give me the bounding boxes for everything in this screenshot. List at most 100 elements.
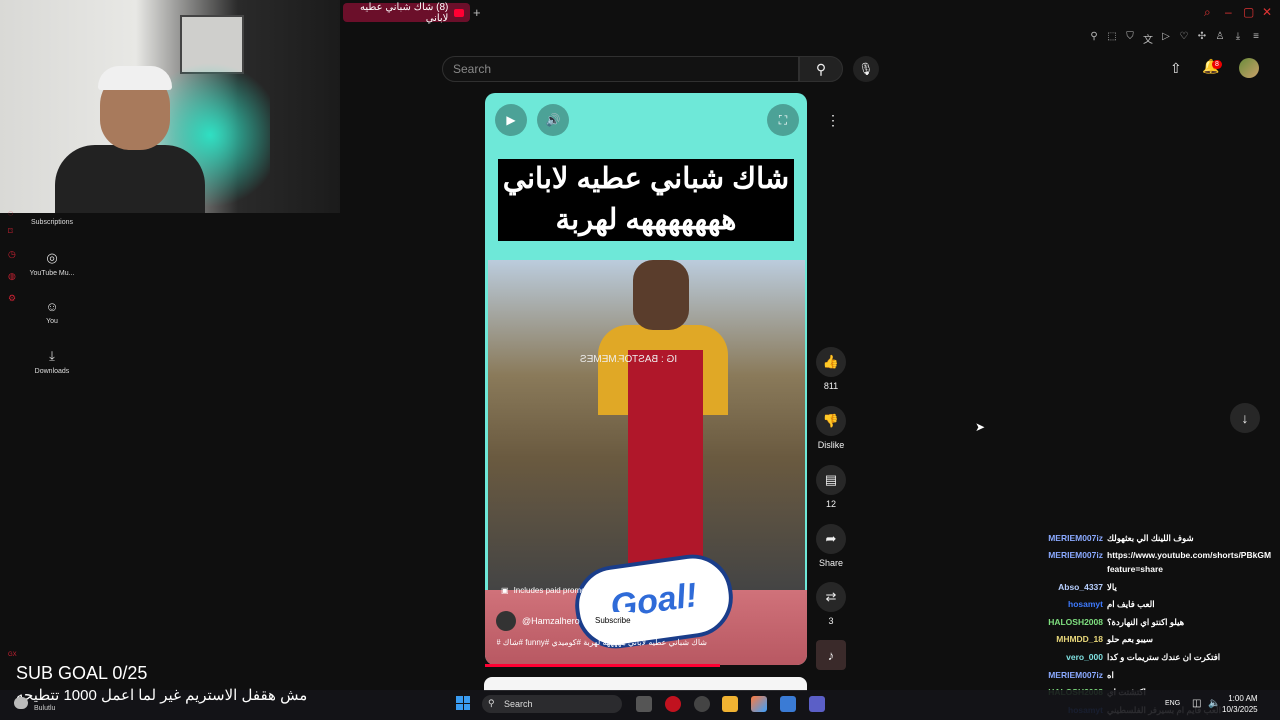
mic-icon: 🎙 — [858, 62, 874, 76]
weather-label[interactable]: Bulutlu — [34, 705, 55, 712]
chat-text: هيلو اكنتو اي النهاردة؟ — [1107, 617, 1185, 627]
settings-icon[interactable]: ⚙ — [8, 293, 16, 304]
webcam-overlay — [0, 0, 340, 213]
remix-button[interactable]: ⇄ 3 — [812, 582, 850, 626]
more-options-icon[interactable]: ⋮ — [826, 112, 840, 129]
video-progress[interactable] — [485, 664, 721, 667]
close-icon[interactable]: ✕ — [1262, 5, 1272, 19]
extensions-icon[interactable]: ✣ — [1196, 31, 1208, 46]
tab-title: (8) شاك شباني عطيه لاباني — [360, 1, 449, 24]
system-clock[interactable]: 1:00 AM 10/3/2025 — [1222, 693, 1258, 715]
browser-tab[interactable]: (8) شاك شباني عطيه لاباني — [343, 1, 470, 24]
tab-strip — [340, 0, 1280, 26]
menu-icon[interactable]: ≡ — [1250, 31, 1262, 46]
crop-icon[interactable]: ⬚ — [1106, 31, 1118, 46]
comments-button[interactable]: ▤ 12 — [812, 465, 850, 509]
upload-icon[interactable]: ⇧ — [1170, 60, 1182, 77]
remix-count: 3 — [828, 616, 834, 626]
search-icon[interactable]: ⌕ — [1204, 5, 1211, 20]
sidebar-item-label: You — [46, 318, 58, 325]
video-frame: IG : BASTOF.MEMES — [488, 260, 805, 590]
chat-text: سيبو بعم حلو — [1107, 634, 1153, 644]
dislike-label: Dislike — [817, 440, 845, 450]
store-icon[interactable] — [780, 696, 796, 712]
sidebar-item-downloads[interactable]: ⤓ Downloads — [22, 348, 82, 375]
chat-message: MHMDD_18 سيبو بعم حلو — [1040, 633, 1280, 645]
pin-icon[interactable]: ⚲ — [1088, 31, 1100, 46]
browser-toolbar: ⚲ ⬚ ⛉ 文 ▷ ♡ ✣ ♙ ⤓ ≡ — [1088, 31, 1262, 46]
arrow-down-icon: ↓ — [1241, 410, 1249, 426]
chat-username: MERIEM007iz — [1048, 533, 1103, 543]
teams-icon[interactable] — [809, 696, 825, 712]
sidebar-item-label: Downloads — [34, 368, 70, 375]
mouse-cursor-icon: ➤ — [975, 420, 986, 434]
windows-start-icon[interactable] — [456, 696, 470, 710]
download-icon[interactable]: ⤓ — [1232, 31, 1244, 46]
minimize-icon[interactable]: – — [1225, 5, 1232, 19]
gx-label: GX — [8, 652, 17, 658]
network-icon[interactable]: ◫ — [1192, 698, 1201, 709]
share-label: Share — [818, 558, 844, 568]
chat-username: MHMDD_18 — [1056, 634, 1103, 644]
fullscreen-button[interactable]: ⛶ — [767, 104, 799, 136]
maximize-icon[interactable]: ▢ — [1243, 5, 1254, 19]
chat-message: hosamyt العب فايف ام — [1040, 598, 1280, 610]
opera-gx-icon[interactable] — [665, 696, 681, 712]
chat-username: hosamyt — [1068, 599, 1103, 609]
channel-name[interactable]: @Hamzalhero — [522, 616, 580, 626]
sidebar-item-music[interactable]: ◎ YouTube Mu... — [22, 250, 82, 277]
share-button[interactable]: ➦ Share — [812, 524, 850, 568]
video-title[interactable]: شاك شباني عطيه لاباني هههههه لهربة #كومي… — [497, 638, 707, 647]
shield-icon[interactable]: ⛉ — [1124, 31, 1136, 46]
language-indicator[interactable]: ENG — [1165, 700, 1180, 707]
music-icon: ◎ — [46, 250, 58, 265]
chat-username: Abso_4337 — [1058, 582, 1103, 592]
play-button[interactable]: ▶ — [495, 104, 527, 136]
chat-message: HALOSH2008 هيلو اكنتو اي النهاردة؟ — [1040, 616, 1280, 628]
bookmark-icon[interactable]: ⌑ — [8, 226, 13, 237]
paid-promotion-label[interactable]: ▣ Includes paid promotion — [501, 586, 599, 595]
play-icon[interactable]: ▷ — [1160, 31, 1172, 46]
chat-message: MERIEM007iz https://www.youtube.com/short… — [1040, 549, 1280, 561]
new-tab-button[interactable]: + — [473, 5, 481, 20]
voice-search-button[interactable]: 🎙 — [853, 56, 879, 82]
heart-icon[interactable]: ♡ — [1178, 31, 1190, 46]
like-button[interactable]: 👍 811 — [812, 347, 850, 391]
fullscreen-icon: ⛶ — [778, 112, 788, 127]
sound-thumbnail[interactable]: ♪ — [812, 640, 850, 674]
chat-username: HALOSH2008 — [1048, 617, 1103, 627]
profile-icon[interactable]: ♙ — [1214, 31, 1226, 46]
volume-icon[interactable]: 🔈 — [1208, 698, 1220, 709]
search-input[interactable]: Search — [442, 56, 799, 82]
avatar[interactable] — [1239, 58, 1259, 78]
chat-message: vero_000 افتكرت ان عندك ستريمات و كدا — [1040, 651, 1280, 663]
taskbar-search[interactable]: ⚲ Search — [482, 695, 622, 713]
share-icon: ➦ — [816, 524, 846, 554]
mute-button[interactable]: 🔊 — [537, 104, 569, 136]
subscribe-button[interactable]: Subscribe — [587, 612, 639, 629]
copilot-icon[interactable] — [751, 696, 767, 712]
next-short-preview[interactable] — [484, 677, 807, 691]
steam-icon[interactable] — [694, 696, 710, 712]
chat-text: يالا — [1107, 582, 1117, 592]
sidebar-item-you[interactable]: ☺ You — [22, 299, 82, 325]
file-explorer-icon[interactable] — [722, 696, 738, 712]
sidebar-red-icon[interactable]: ◌ — [8, 208, 13, 218]
search-button[interactable]: ⚲ — [799, 56, 843, 82]
promotion-icon: ▣ — [501, 586, 509, 595]
sidebar-item-subscriptions[interactable]: Subscriptions — [22, 219, 82, 226]
chat-message: Abso_4337 يالا — [1040, 581, 1280, 593]
sidebar-item-label: YouTube Mu... — [29, 270, 75, 277]
translate-icon[interactable]: 文 — [1142, 31, 1154, 46]
notification-count: 8 — [1212, 60, 1222, 69]
channel-avatar[interactable] — [496, 611, 516, 631]
download-icon: ⤓ — [49, 348, 55, 363]
dislike-button[interactable]: 👎 Dislike — [812, 406, 850, 450]
volume-icon: 🔊 — [545, 113, 561, 127]
chat-text: افتكرت ان عندك ستريمات و كدا — [1107, 652, 1221, 662]
media-icon[interactable]: ◍ — [8, 271, 16, 282]
video-watermark: IG : BASTOF.MEMES — [580, 354, 678, 365]
history-icon[interactable]: ◷ — [8, 249, 16, 260]
next-video-button[interactable]: ↓ — [1230, 403, 1260, 433]
task-view-icon[interactable] — [636, 696, 652, 712]
